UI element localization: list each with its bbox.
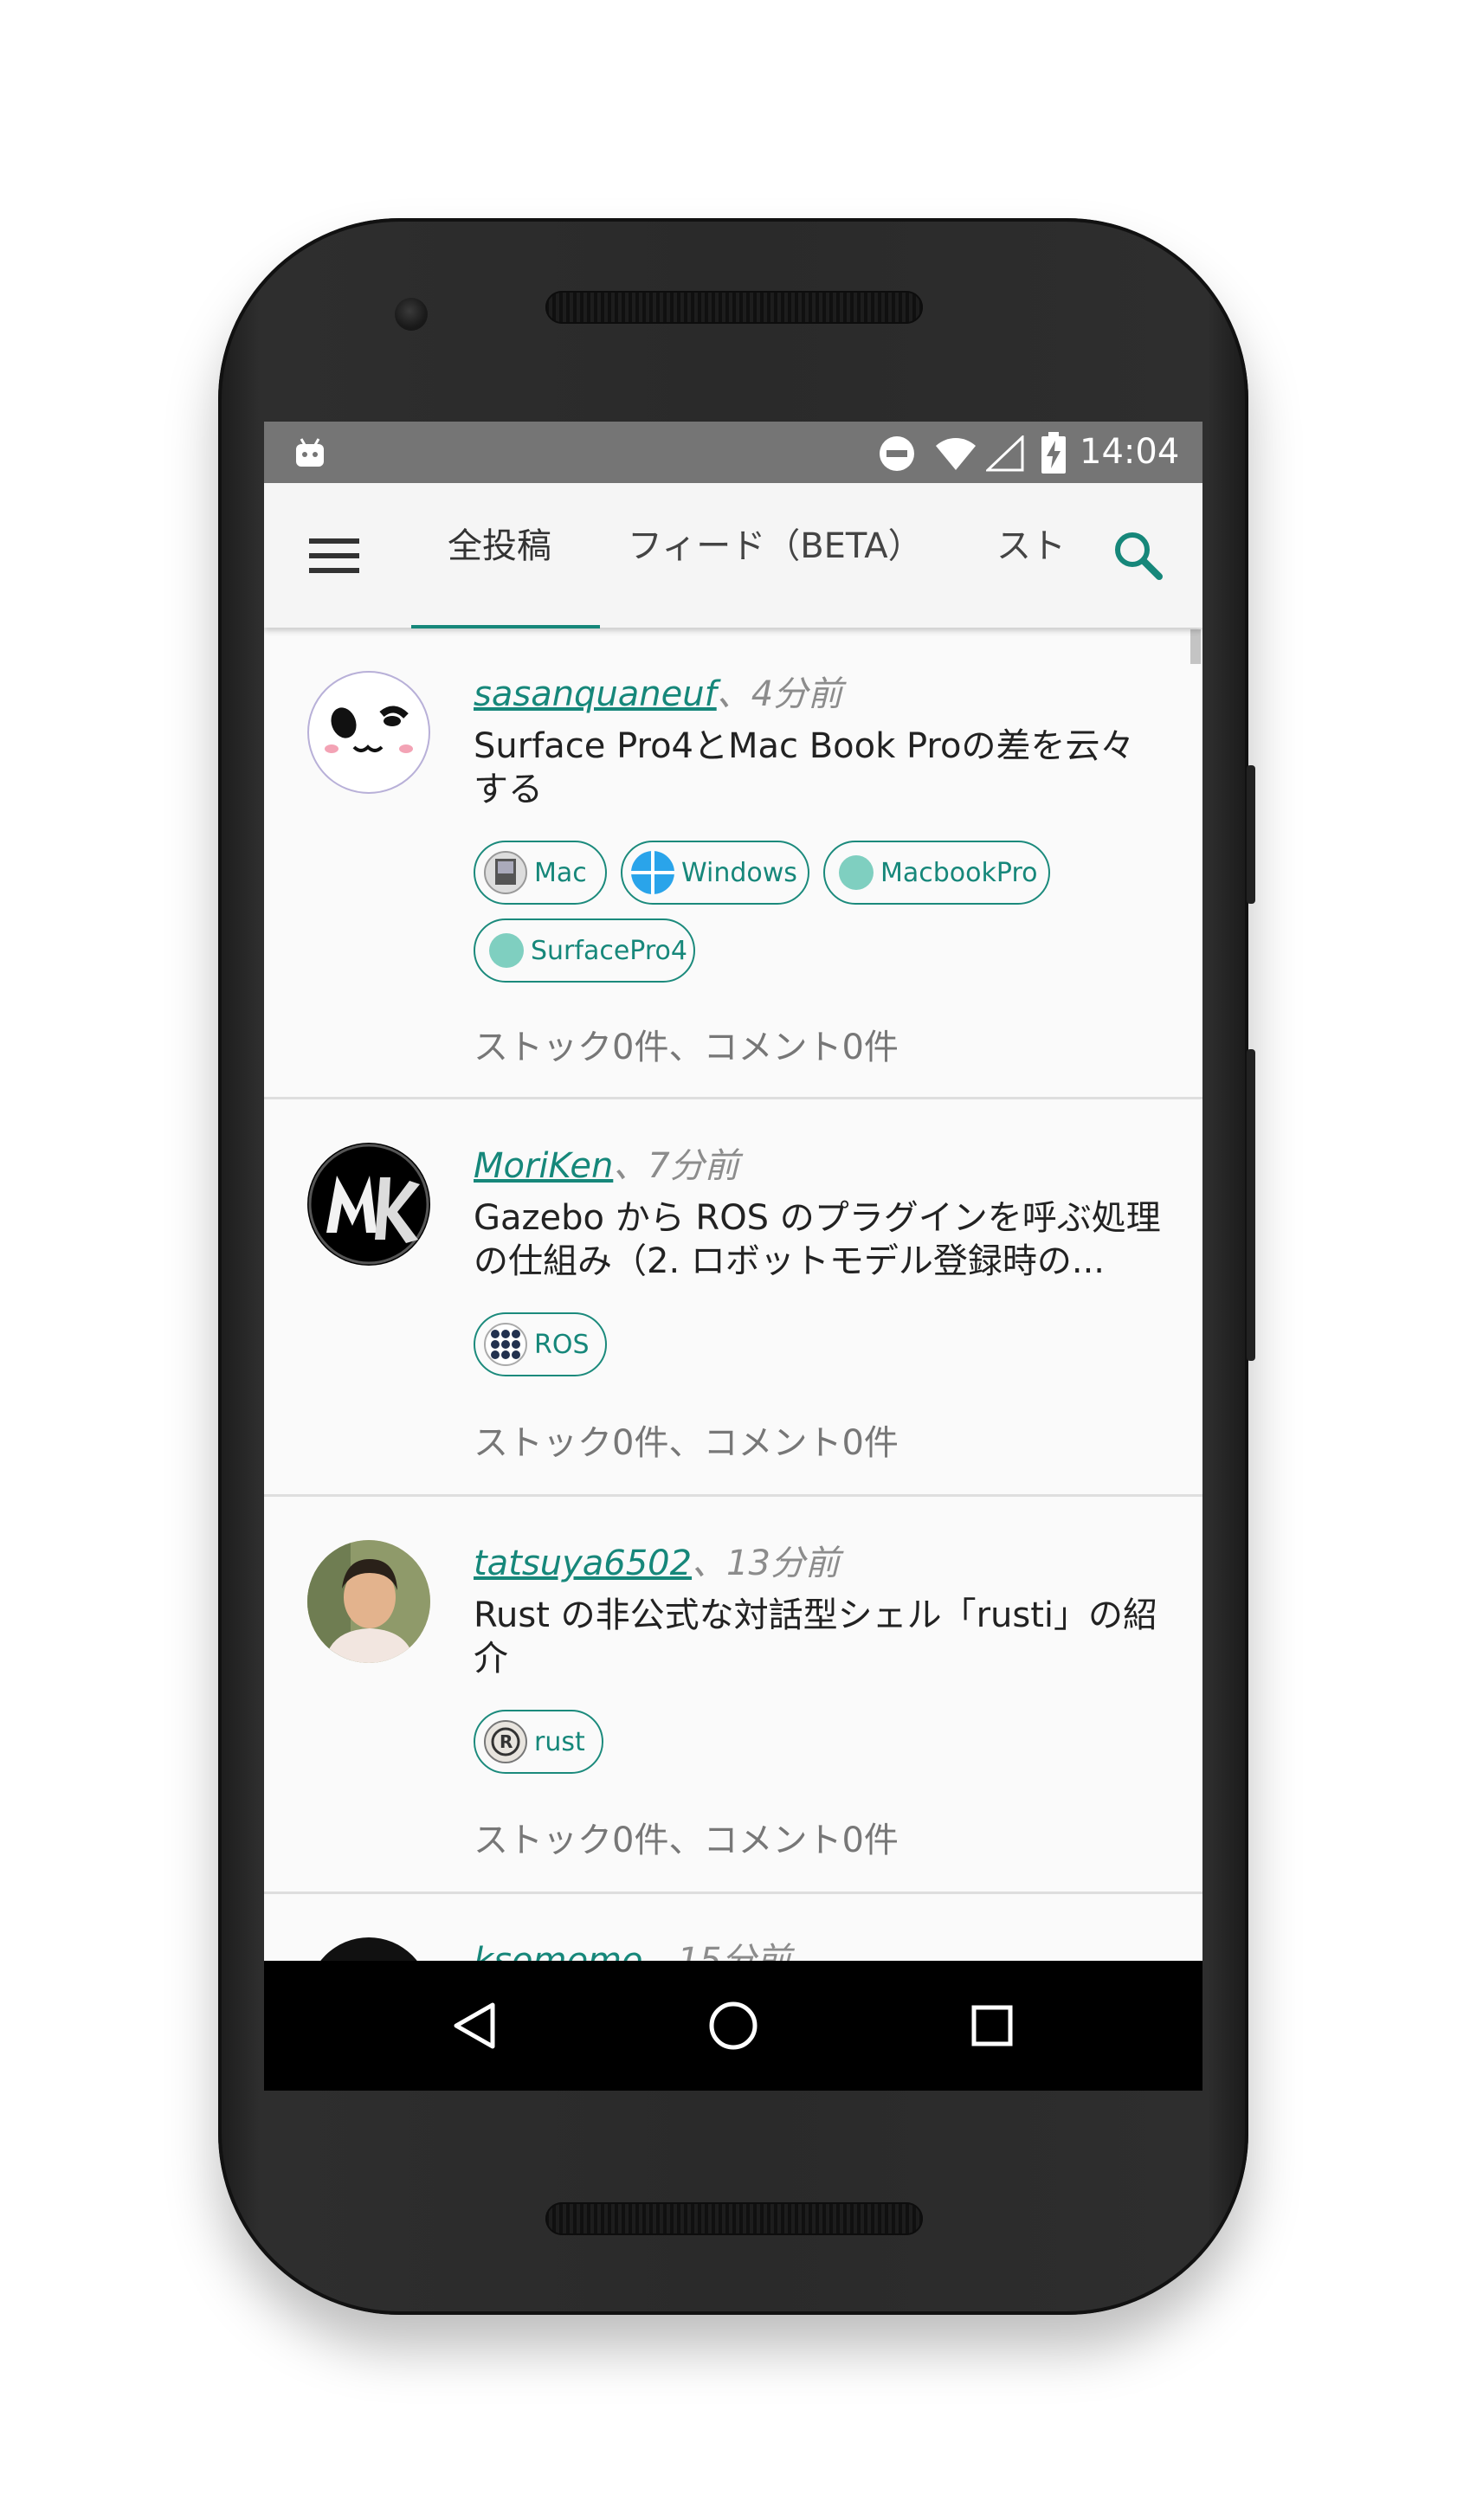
post-item[interactable]: sasanquaneuf、4分前 Surface Pro4とMac Book P…	[264, 628, 1202, 1099]
screen: 14:04 全投稿 フィード（BETA） スト sasanquaneuf、4分前…	[264, 422, 1202, 2091]
tag-label: rust	[534, 1726, 585, 1757]
volume-button	[1247, 1049, 1255, 1361]
avatar[interactable]	[307, 1540, 430, 1663]
tag-default-icon	[839, 855, 874, 890]
menu-icon[interactable]	[309, 537, 359, 575]
do-not-disturb-icon	[879, 435, 915, 472]
tag-chip[interactable]: Windows	[621, 841, 809, 905]
post-feed[interactable]: sasanquaneuf、4分前 Surface Pro4とMac Book P…	[264, 628, 1202, 2004]
tag-label: SurfacePro4	[531, 935, 687, 966]
home-icon[interactable]	[707, 2000, 759, 2052]
tag-chip[interactable]: ROS	[474, 1312, 607, 1376]
tag-chip[interactable]: Mac	[474, 841, 607, 905]
tag-chip[interactable]: MacbookPro	[823, 841, 1050, 905]
post-item[interactable]: tatsuya6502、13分前 Rust の非公式な対話型シェル「rusti」…	[264, 1497, 1202, 1894]
tag-label: ROS	[534, 1329, 590, 1360]
tag-label: Mac	[534, 857, 587, 888]
search-icon[interactable]	[1112, 530, 1164, 582]
tag-default-icon	[489, 933, 524, 968]
tag-label: Windows	[681, 857, 797, 888]
post-author-link[interactable]: MoriKen	[474, 1146, 613, 1186]
back-icon[interactable]	[449, 2000, 501, 2052]
mac-icon	[484, 851, 527, 894]
post-author-link[interactable]: tatsuya6502	[474, 1544, 692, 1583]
post-stats: ストック0件、コメント0件	[474, 1821, 899, 1860]
windows-icon	[631, 851, 674, 894]
battery-charging-icon	[1041, 432, 1066, 474]
tag-chip[interactable]: R rust	[474, 1710, 603, 1774]
status-time: 14:04	[1080, 432, 1180, 472]
tag-label: MacbookPro	[880, 857, 1038, 888]
bottom-speaker-grille	[545, 2202, 923, 2235]
top-speaker-grille	[545, 291, 923, 324]
tab-stock[interactable]: スト	[996, 518, 1066, 568]
post-time: 、7分前	[613, 1146, 739, 1186]
avatar[interactable]	[307, 671, 430, 794]
tab-feed-beta[interactable]: フィード（BETA）	[628, 518, 923, 568]
post-stats: ストック0件、コメント0件	[474, 1423, 899, 1463]
post-title[interactable]: Rust の非公式な対話型シェル「rusti」の紹介	[474, 1594, 1166, 1680]
post-title[interactable]: Gazebo から ROS のプラグインを呼ぶ処理の仕組み（2. ロボットモデル…	[474, 1196, 1166, 1283]
post-time: 、4分前	[716, 674, 843, 714]
svg-text:R: R	[500, 1731, 513, 1752]
cell-signal-icon	[984, 434, 1024, 472]
power-button	[1247, 765, 1255, 904]
active-tab-indicator	[411, 625, 600, 628]
navigation-bar	[264, 1961, 1202, 2091]
rust-icon: R	[484, 1720, 527, 1763]
post-stats: ストック0件、コメント0件	[474, 1028, 899, 1067]
post-title[interactable]: Surface Pro4とMac Book Proの差を云々する	[474, 725, 1166, 811]
post-author-link[interactable]: sasanquaneuf	[474, 674, 717, 714]
status-bar: 14:04	[264, 422, 1202, 483]
app-toolbar: 全投稿 フィード（BETA） スト	[264, 483, 1202, 628]
android-notification-icon	[293, 437, 326, 468]
ros-icon	[484, 1323, 527, 1366]
post-time: 、13分前	[692, 1544, 840, 1583]
post-meta: tatsuya6502、13分前	[474, 1535, 840, 1585]
post-meta: sasanquaneuf、4分前	[474, 666, 842, 716]
tab-all-posts[interactable]: 全投稿	[448, 518, 551, 568]
recent-apps-icon[interactable]	[970, 2004, 1014, 2047]
post-item[interactable]: MoriKen、7分前 Gazebo から ROS のプラグインを呼ぶ処理の仕組…	[264, 1099, 1202, 1497]
tag-chip[interactable]: SurfacePro4	[474, 918, 695, 983]
front-camera	[395, 298, 428, 331]
post-meta: MoriKen、7分前	[474, 1138, 739, 1188]
avatar[interactable]	[307, 1143, 430, 1266]
wifi-icon	[934, 435, 977, 472]
